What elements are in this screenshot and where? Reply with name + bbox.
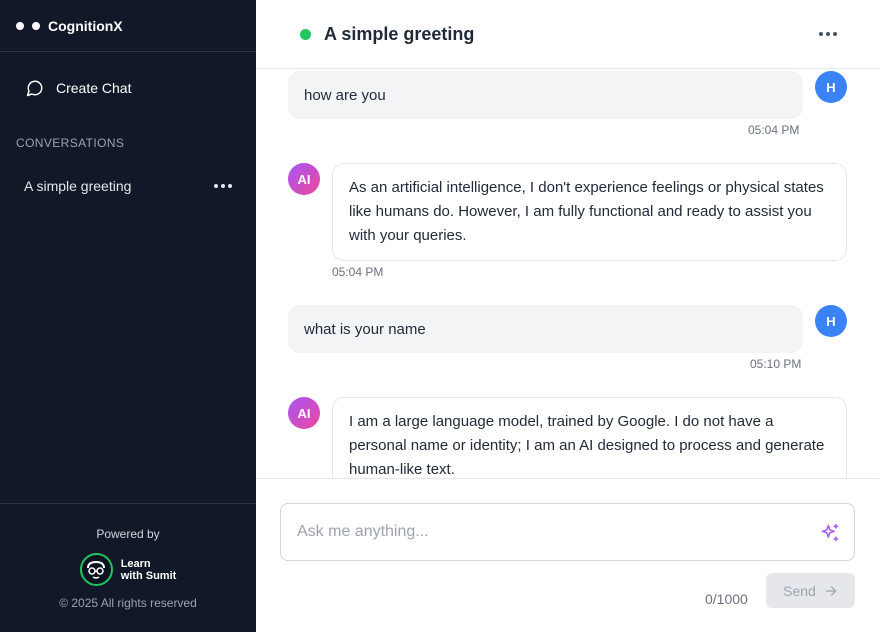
lws-line2: with Sumit [120, 569, 177, 582]
lws-line1: Learn [120, 557, 151, 570]
message-text: I am a large language model, trained by … [349, 413, 825, 478]
user-avatar: H [815, 305, 847, 337]
ai-message-bubble: As an artificial intelligence, I don't e… [332, 163, 847, 261]
sidebar: CognitionX Create Chat CONVERSATIONS A s… [0, 0, 256, 632]
create-chat-label: Create Chat [56, 80, 132, 96]
message-time: 05:04 PM [748, 123, 800, 137]
send-button[interactable]: Send [766, 573, 855, 608]
message-text: As an artificial intelligence, I don't e… [349, 179, 824, 244]
lws-text: Learn with Sumit [121, 558, 177, 582]
chat-header: A simple greeting [256, 0, 879, 69]
sparkle-icon[interactable] [820, 523, 840, 543]
ai-avatar: AI [288, 397, 320, 429]
user-message-bubble: what is your name [288, 305, 803, 353]
message-text: how are you [304, 86, 386, 104]
arrow-right-icon [825, 585, 837, 596]
powered-by-label: Powered by [96, 527, 160, 541]
ai-message-bubble: I am a large language model, trained by … [332, 397, 847, 478]
learn-with-sumit-logo[interactable]: Learn with Sumit [0, 553, 256, 586]
composer: 0/1000 Send [256, 478, 879, 632]
user-message-bubble: how are you [288, 71, 803, 119]
message-text: what is your name [304, 320, 426, 338]
message-time: 05:04 PM [332, 265, 384, 279]
sidebar-footer: Powered by Learn with Sumit © 2025 All r… [0, 503, 256, 632]
ai-avatar: AI [288, 163, 320, 195]
brand: CognitionX [0, 0, 256, 52]
chat-title: A simple greeting [324, 23, 475, 44]
copyright: © 2025 All rights reserved [59, 596, 197, 610]
chat-bubble-icon [26, 80, 43, 97]
brand-dot-icon [16, 21, 24, 30]
message-input[interactable] [281, 504, 854, 560]
conversation-label: A simple greeting [24, 178, 132, 194]
user-avatar: H [815, 71, 847, 103]
more-options-icon[interactable] [214, 176, 232, 196]
message-list[interactable]: how are you H 05:04 PM AI As an artifici… [256, 69, 879, 478]
character-count: 0/1000 [705, 591, 748, 607]
online-status-icon [300, 28, 311, 40]
message-input-wrapper [280, 503, 855, 561]
create-chat-button[interactable]: Create Chat [16, 74, 240, 102]
send-label: Send [783, 582, 816, 599]
more-options-icon[interactable] [819, 32, 837, 36]
lws-face-icon [79, 553, 113, 586]
chat-main: A simple greeting how are you H 05:04 PM… [256, 0, 879, 632]
conversation-item[interactable]: A simple greeting [16, 172, 240, 200]
conversations-section-title: CONVERSATIONS [16, 136, 125, 150]
message-time: 05:10 PM [750, 357, 802, 371]
brand-dot-icon [32, 21, 40, 30]
app-name: CognitionX [48, 17, 123, 34]
